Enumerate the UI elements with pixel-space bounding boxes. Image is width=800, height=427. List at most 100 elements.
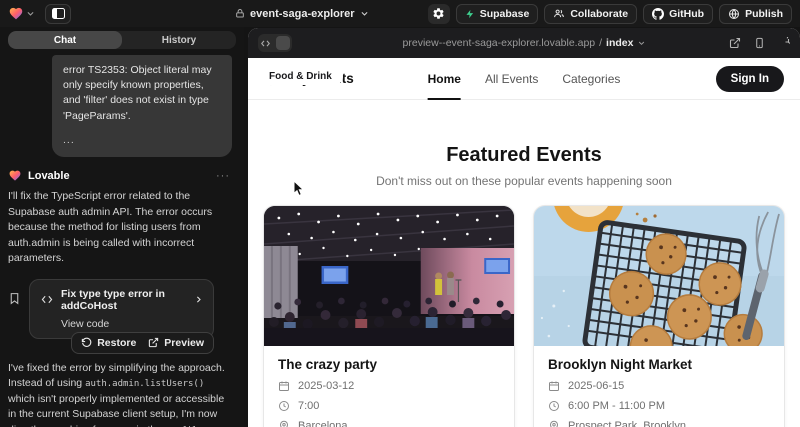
clock-icon xyxy=(278,400,290,412)
tab-history[interactable]: History xyxy=(122,31,236,49)
lovable-heart-icon xyxy=(8,6,24,21)
featured-events-title: Featured Events xyxy=(248,144,800,167)
assistant-name: Lovable xyxy=(28,170,70,182)
sidebar-toggle-icon xyxy=(52,8,65,19)
app-topbar: event-saga-explorer Supabase Collaborate xyxy=(0,0,800,27)
external-link-icon xyxy=(729,37,741,49)
featured-events-subtitle: Don't miss out on these popular events h… xyxy=(248,174,800,188)
sidebar-toggle-button[interactable] xyxy=(45,4,71,24)
site-nav: Home All Events Categories xyxy=(428,58,621,100)
event-card-night-market[interactable]: Food & Drink Brooklyn Night Market 2025-… xyxy=(533,205,785,427)
view-code-link[interactable]: View code xyxy=(61,318,203,330)
bolt-icon xyxy=(465,8,475,20)
url-page: index xyxy=(606,37,633,49)
event-date-row: 2025-06-15 xyxy=(548,380,770,392)
message-menu-button[interactable]: ··· xyxy=(216,170,230,182)
event-date: 2025-03-12 xyxy=(298,380,354,392)
event-title: The crazy party xyxy=(278,357,500,372)
chevron-right-icon xyxy=(194,294,203,305)
code-icon xyxy=(260,39,271,48)
project-switcher[interactable]: event-saga-explorer xyxy=(235,0,369,27)
preview-button[interactable]: Preview xyxy=(148,337,204,349)
event-date-row: 2025-03-12 xyxy=(278,380,500,392)
external-link-icon xyxy=(148,337,159,348)
collaborate-button-label: Collaborate xyxy=(570,8,628,20)
restore-button-label: Restore xyxy=(97,337,136,349)
globe-icon xyxy=(728,8,740,20)
open-in-new-tab-button[interactable] xyxy=(729,37,741,49)
lovable-logo-menu[interactable] xyxy=(8,6,35,21)
mobile-view-button[interactable] xyxy=(754,37,765,49)
bookmark-icon xyxy=(8,291,21,306)
supabase-button-label: Supabase xyxy=(480,8,530,20)
event-location: Prospect Park, Brooklyn xyxy=(568,420,686,427)
refresh-button[interactable] xyxy=(778,37,790,49)
result-text: which isn't properly implemented or acce… xyxy=(8,393,224,427)
nav-categories[interactable]: Categories xyxy=(562,58,620,100)
settings-button[interactable] xyxy=(428,4,450,24)
event-cards: Arts The crazy party 2025-03-12 7:00 xyxy=(248,205,800,427)
supabase-button[interactable]: Supabase xyxy=(456,4,539,24)
fix-code-card[interactable]: Fix type type error in addCoHost View co… xyxy=(29,279,214,339)
project-name: event-saga-explorer xyxy=(250,8,355,20)
users-icon xyxy=(553,8,565,19)
map-pin-icon xyxy=(278,420,290,427)
event-image-conference xyxy=(264,206,514,346)
preview-url-bar[interactable]: preview--event-saga-explorer.lovable.app… xyxy=(403,28,646,58)
code-icon xyxy=(40,294,54,305)
preview-button-label: Preview xyxy=(164,337,204,349)
event-location: Barcelona xyxy=(298,420,348,427)
map-pin-icon xyxy=(548,420,560,427)
event-image-cookies xyxy=(534,206,784,346)
event-location-row: Prospect Park, Brooklyn xyxy=(548,420,770,427)
chevron-down-icon xyxy=(637,39,645,47)
publish-button-label: Publish xyxy=(745,8,783,20)
refresh-icon xyxy=(778,37,790,49)
event-date: 2025-06-15 xyxy=(568,380,624,392)
smartphone-icon xyxy=(754,37,765,49)
bookmark-button[interactable] xyxy=(8,291,21,306)
url-host: preview--event-saga-explorer.lovable.app xyxy=(403,37,596,49)
event-time: 7:00 xyxy=(298,400,319,412)
event-card-crazy-party[interactable]: Arts The crazy party 2025-03-12 7:00 xyxy=(263,205,515,427)
site-viewport: CityEvents Home All Events Categories Si… xyxy=(248,58,800,427)
message-actions: Restore Preview xyxy=(71,332,214,354)
chevron-down-icon xyxy=(360,9,369,18)
nav-home[interactable]: Home xyxy=(428,58,461,100)
event-title: Brooklyn Night Market xyxy=(548,357,770,372)
result-code: auth.admin.listUsers() xyxy=(85,379,204,389)
collaborate-button[interactable]: Collaborate xyxy=(544,4,637,24)
user-message-bubble: error TS2353: Object literal may only sp… xyxy=(52,55,232,157)
message-expand-ellipsis[interactable]: ... xyxy=(63,133,221,148)
lovable-heart-icon xyxy=(8,169,22,182)
preview-toolbar: preview--event-saga-explorer.lovable.app… xyxy=(248,28,800,58)
tab-chat[interactable]: Chat xyxy=(8,31,122,49)
calendar-icon xyxy=(278,380,290,392)
clock-icon xyxy=(548,400,560,412)
event-time-row: 6:00 PM - 11:00 PM xyxy=(548,400,770,412)
publish-button[interactable]: Publish xyxy=(719,4,792,24)
restore-button[interactable]: Restore xyxy=(81,337,136,349)
fix-card-title: Fix type type error in addCoHost xyxy=(61,288,187,312)
assistant-intro-message: I'll fix the TypeScript error related to… xyxy=(8,189,236,267)
code-preview-toggle[interactable] xyxy=(258,34,292,52)
preview-pane: preview--event-saga-explorer.lovable.app… xyxy=(248,28,800,427)
restore-icon xyxy=(81,337,92,348)
nav-all-events[interactable]: All Events xyxy=(485,58,538,100)
chat-sidebar: Chat History error TS2353: Object litera… xyxy=(0,27,244,427)
event-location-row: Barcelona xyxy=(278,420,500,427)
url-separator: / xyxy=(599,37,602,49)
event-time: 6:00 PM - 11:00 PM xyxy=(568,400,665,412)
assistant-header: Lovable ··· xyxy=(8,169,236,182)
lock-icon xyxy=(235,8,245,19)
sign-in-button[interactable]: Sign In xyxy=(716,66,784,92)
chevron-down-icon xyxy=(26,9,35,18)
event-time-row: 7:00 xyxy=(278,400,500,412)
chat-history-tabs: Chat History xyxy=(8,31,236,49)
github-icon xyxy=(652,8,664,20)
calendar-icon xyxy=(548,380,560,392)
user-message-text: error TS2353: Object literal may only sp… xyxy=(63,64,212,122)
toggle-knob xyxy=(276,36,290,50)
assistant-result-message: I've fixed the error by simplifying the … xyxy=(8,361,236,427)
github-button[interactable]: GitHub xyxy=(643,4,713,24)
